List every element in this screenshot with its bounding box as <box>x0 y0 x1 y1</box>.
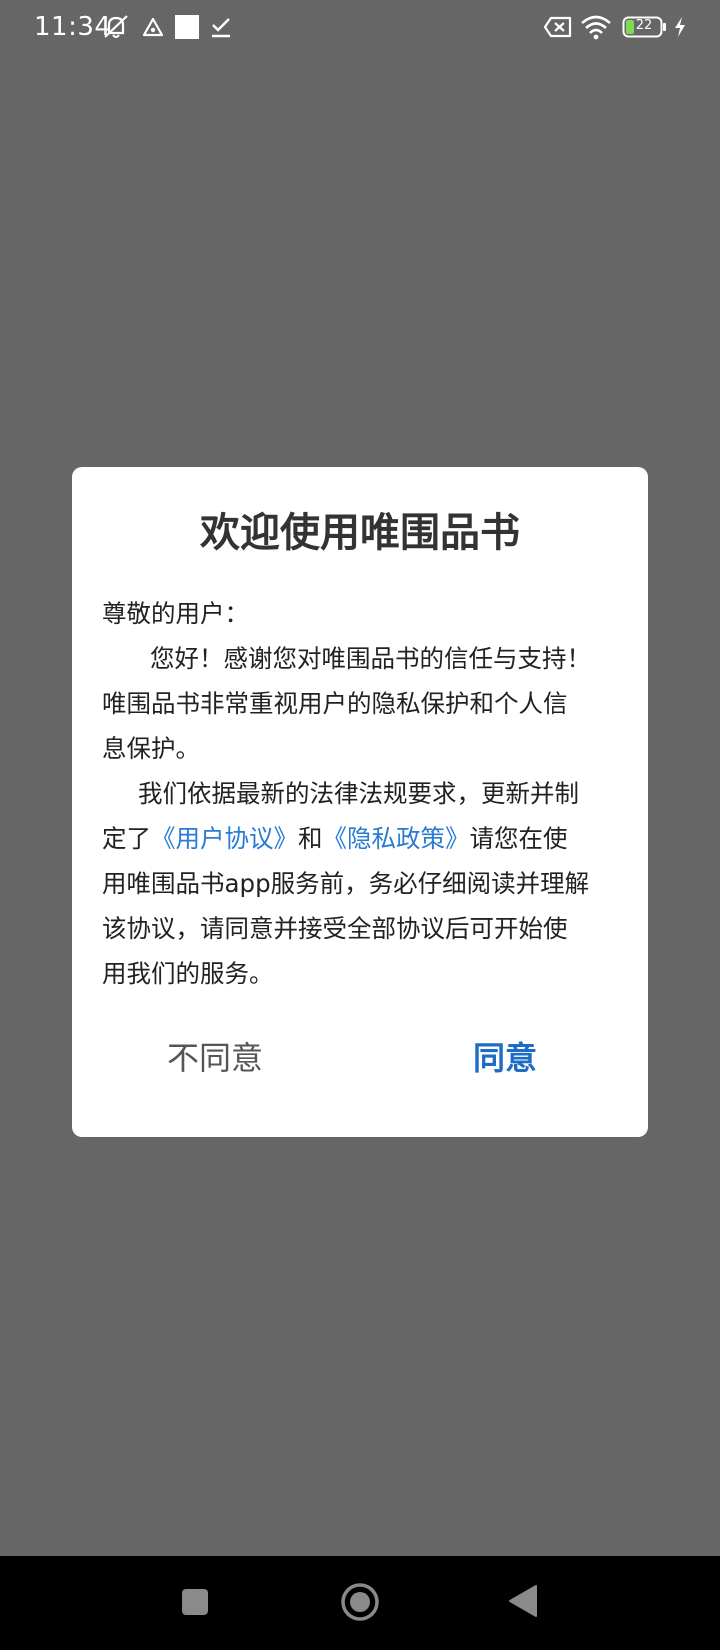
home-circle-icon[interactable] <box>340 1582 380 1626</box>
mute-notification-icon <box>101 13 131 45</box>
body-line-7: 用唯围品书app服务前，务必仔细阅读并理解 <box>102 869 590 898</box>
dialog-body: 尊敬的用户： 您好！感谢您对唯围品书的信任与支持！ 唯围品书非常重视用户的隐私保… <box>102 591 622 996</box>
dialog-buttons: 不同意 同意 <box>72 1025 648 1091</box>
body-text: 和 <box>298 824 323 853</box>
status-time: 11:34 <box>34 12 112 42</box>
body-line-3: 唯围品书非常重视用户的隐私保护和个人信 <box>102 689 568 718</box>
body-text: 请您在使 <box>469 824 568 853</box>
back-triangle-icon[interactable] <box>508 1584 538 1622</box>
navigation-triangle-icon <box>141 13 165 45</box>
body-line-4: 息保护。 <box>102 734 200 763</box>
privacy-policy-link[interactable]: 《隐私政策》 <box>323 824 470 853</box>
body-line-8: 该协议，请同意并接受全部协议后可开始使 <box>102 914 568 943</box>
sim-x-icon <box>543 16 573 42</box>
recents-square-icon[interactable] <box>181 1588 209 1620</box>
white-square-icon <box>175 15 199 43</box>
user-agreement-link[interactable]: 《用户协议》 <box>151 824 298 853</box>
charging-bolt-icon <box>672 16 688 42</box>
status-bar: 11:34 22 <box>0 0 720 54</box>
greeting-line: 尊敬的用户： <box>102 599 249 628</box>
battery-level: 22 <box>635 18 653 33</box>
dialog-title: 欢迎使用唯围品书 <box>200 510 520 556</box>
privacy-dialog: 欢迎使用唯围品书 尊敬的用户： 您好！感谢您对唯围品书的信任与支持！ 唯围品书非… <box>72 467 648 1137</box>
body-line-2: 您好！感谢您对唯围品书的信任与支持！ <box>150 644 591 673</box>
body-text: 定了 <box>102 824 151 853</box>
body-line-6: 定了《用户协议》和《隐私政策》请您在使 <box>102 816 622 861</box>
navigation-bar <box>0 1556 720 1650</box>
download-check-icon <box>209 13 233 45</box>
wifi-icon <box>580 14 612 44</box>
agree-button[interactable]: 同意 <box>430 1025 580 1091</box>
disagree-button[interactable]: 不同意 <box>140 1025 290 1091</box>
body-line-5: 我们依据最新的法律法规要求，更新并制 <box>138 779 579 808</box>
body-line-9: 用我们的服务。 <box>102 959 274 988</box>
